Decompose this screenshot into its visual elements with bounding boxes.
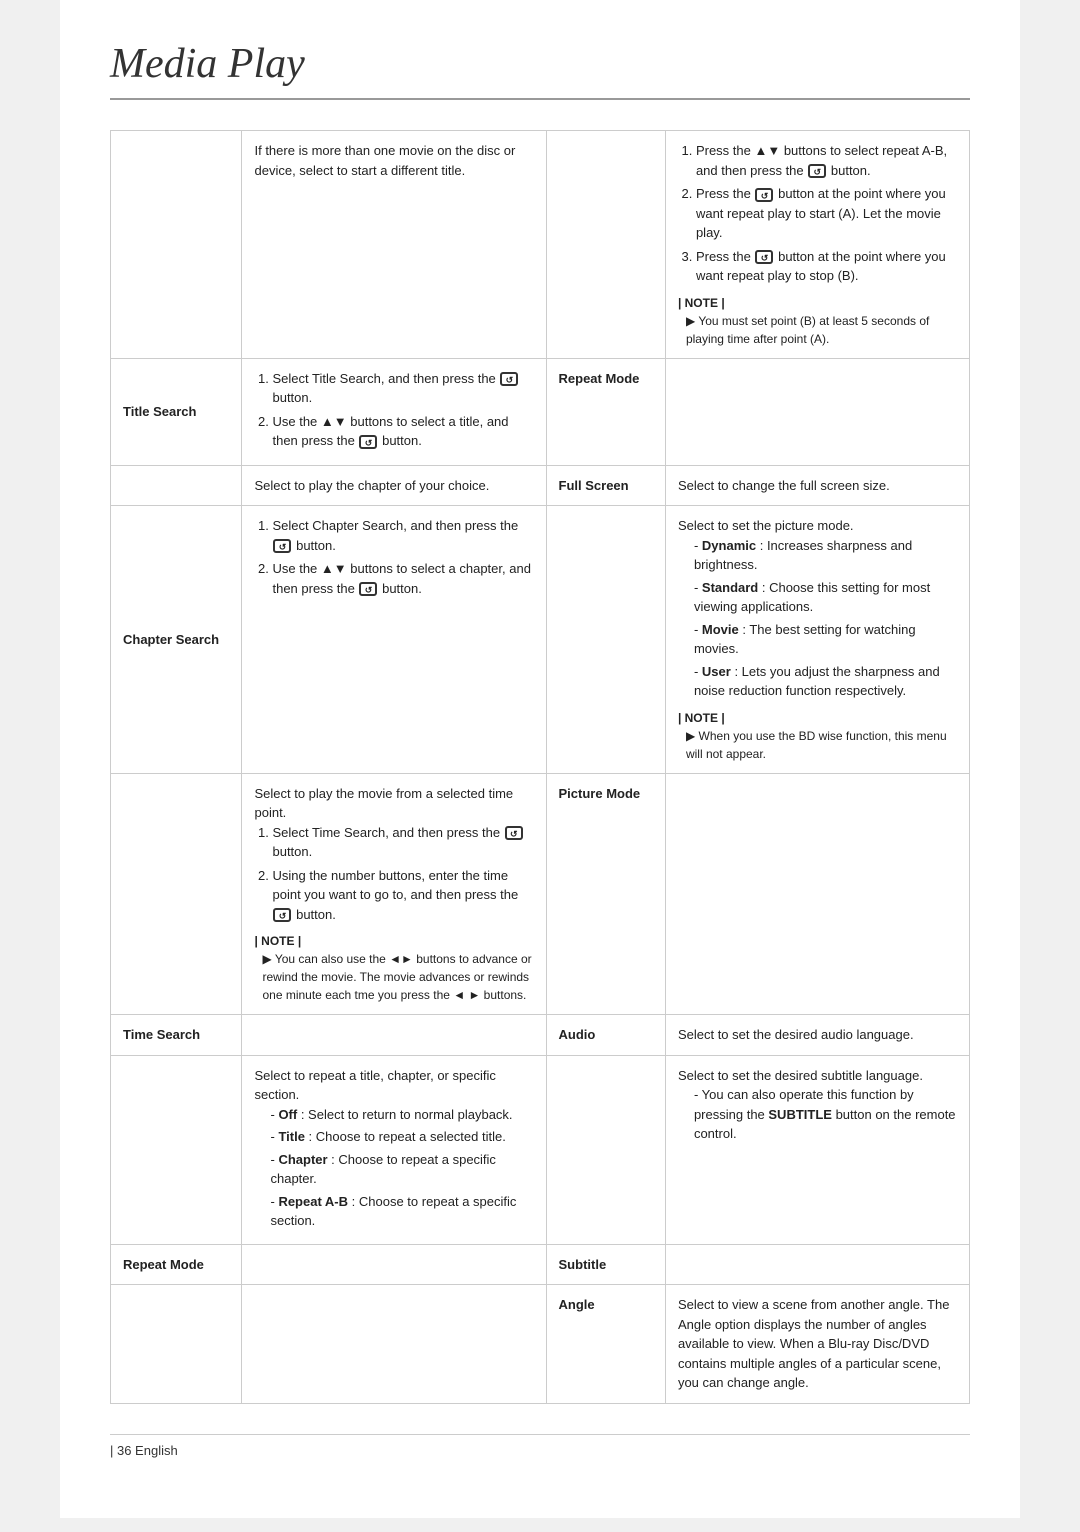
subtitle-button-label: SUBTITLE	[768, 1107, 832, 1122]
content-cell-empty	[665, 1244, 969, 1285]
label-cell-empty	[111, 773, 242, 1015]
audio-content: Select to set the desired audio language…	[665, 1015, 969, 1056]
label-cell-empty	[111, 1055, 242, 1244]
note-block: | NOTE | You must set point (B) at least…	[678, 294, 957, 348]
label-cell-empty	[546, 1055, 665, 1244]
enter-icon: ↺	[808, 164, 826, 178]
title-search-label: Title Search	[111, 358, 242, 465]
label-cell-empty	[111, 465, 242, 506]
enter-icon: ↺	[359, 582, 377, 596]
angle-label: Angle	[546, 1285, 665, 1404]
time-search-label: Time Search	[111, 1015, 242, 1056]
table-row: Title Search Select Title Search, and th…	[111, 358, 970, 465]
note-title: | NOTE |	[678, 294, 957, 312]
enter-icon: ↺	[755, 250, 773, 264]
note-block: | NOTE | When you use the BD wise functi…	[678, 709, 957, 763]
title-label: Title	[278, 1129, 305, 1144]
subtitle-content: Select to set the desired subtitle langu…	[665, 1055, 969, 1244]
label-cell-empty	[111, 1285, 242, 1404]
enter-icon: ↺	[273, 539, 291, 553]
content-cell-empty	[242, 1015, 546, 1056]
enter-icon: ↺	[359, 435, 377, 449]
title-search-content: Select Title Search, and then press the …	[242, 358, 546, 465]
table-row: Angle Select to view a scene from anothe…	[111, 1285, 970, 1404]
note-item: You must set point (B) at least 5 second…	[686, 312, 957, 348]
full-screen-content: Select to change the full screen size.	[665, 465, 969, 506]
label-cell	[111, 131, 242, 359]
off-label: Off	[278, 1107, 297, 1122]
chapter-search-content: Select Chapter Search, and then press th…	[242, 506, 546, 774]
note-title: | NOTE |	[254, 932, 533, 950]
table-row: Select to play the chapter of your choic…	[111, 465, 970, 506]
chapter-intro: Select to play the chapter of your choic…	[242, 465, 546, 506]
content-cell: If there is more than one movie on the d…	[242, 131, 546, 359]
content-table: If there is more than one movie on the d…	[110, 130, 970, 1404]
page-title: Media Play	[110, 40, 970, 100]
note-title: | NOTE |	[678, 709, 957, 727]
table-row: If there is more than one movie on the d…	[111, 131, 970, 359]
page-container: Media Play If there is more than one mov…	[60, 0, 1020, 1518]
subtitle-label: Subtitle	[546, 1244, 665, 1285]
picture-mode-label: Picture Mode	[546, 773, 665, 1015]
right-label-cell	[546, 131, 665, 359]
note-block: | NOTE | You can also use the ◄► buttons…	[254, 932, 533, 1004]
table-row: Select to repeat a title, chapter, or sp…	[111, 1055, 970, 1244]
repeat-mode-label: Repeat Mode	[546, 358, 665, 465]
enter-icon: ↺	[500, 372, 518, 386]
note-item: When you use the BD wise function, this …	[686, 727, 957, 763]
right-content-cell: Press the ▲▼ buttons to select repeat A-…	[665, 131, 969, 359]
page-footer: | 36 English	[110, 1434, 970, 1458]
repeat-mode-content	[665, 358, 969, 465]
enter-icon: ↺	[755, 188, 773, 202]
enter-icon: ↺	[273, 908, 291, 922]
repeat-mode-content-left: Select to repeat a title, chapter, or sp…	[242, 1055, 546, 1244]
table-row: Select to play the movie from a selected…	[111, 773, 970, 1015]
user-label: User	[702, 664, 731, 679]
enter-icon: ↺	[505, 826, 523, 840]
picture-mode-content: Select to set the picture mode. Dynamic …	[665, 506, 969, 774]
content-cell-empty	[242, 1285, 546, 1404]
chapter-label: Chapter	[278, 1152, 327, 1167]
note-item: You can also use the ◄► buttons to advan…	[262, 950, 533, 1004]
picture-mode-label-cell	[665, 773, 969, 1015]
full-screen-label: Full Screen	[546, 465, 665, 506]
dynamic-label: Dynamic	[702, 538, 756, 553]
label-cell-empty	[546, 506, 665, 774]
standard-label: Standard	[702, 580, 758, 595]
table-row: Chapter Search Select Chapter Search, an…	[111, 506, 970, 774]
repeat-mode-label-left: Repeat Mode	[111, 1244, 242, 1285]
table-row: Repeat Mode Subtitle	[111, 1244, 970, 1285]
movie-label: Movie	[702, 622, 739, 637]
time-search-content: Select to play the movie from a selected…	[242, 773, 546, 1015]
repeat-ab-label: Repeat A-B	[278, 1194, 348, 1209]
audio-label: Audio	[546, 1015, 665, 1056]
angle-content: Select to view a scene from another angl…	[665, 1285, 969, 1404]
chapter-search-label: Chapter Search	[111, 506, 242, 774]
table-row: Time Search Audio Select to set the desi…	[111, 1015, 970, 1056]
content-cell-empty	[242, 1244, 546, 1285]
